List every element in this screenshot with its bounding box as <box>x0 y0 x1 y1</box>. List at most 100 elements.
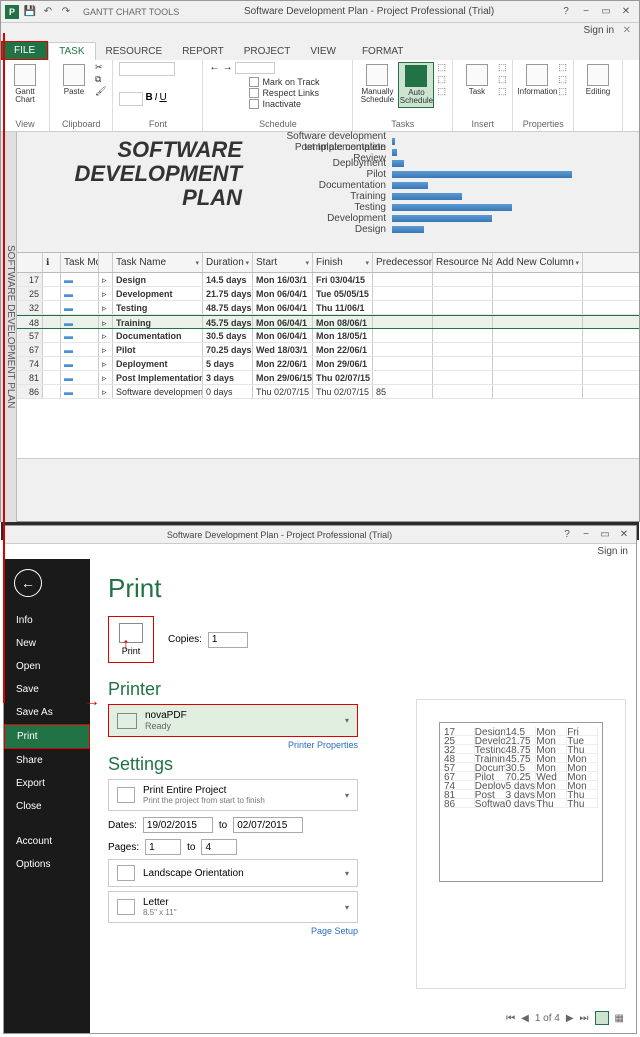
inspect-button[interactable]: ⬚ <box>437 62 446 73</box>
table-row[interactable]: 17▬▹Design14.5 daysMon 16/03/1Fri 03/04/… <box>17 273 639 287</box>
paste-button[interactable]: Paste <box>56 62 92 98</box>
paper-select[interactable]: Letter8.5" x 11" ▾ <box>108 891 358 923</box>
multipage-button[interactable]: ▦ <box>615 1013 624 1024</box>
tab-project[interactable]: PROJECT <box>234 42 301 60</box>
information-button[interactable]: Information <box>519 62 555 98</box>
table-row[interactable]: 74▬▹Deployment5 daysMon 22/06/1Mon 29/06… <box>17 357 639 371</box>
gantt-chart-button[interactable]: Gantt Chart <box>7 62 43 106</box>
table-row[interactable]: 81▬▹Post Implementation3 daysMon 29/06/1… <box>17 371 639 385</box>
col-resource[interactable]: Resource Names▾ <box>433 253 493 272</box>
milestone-button[interactable]: ⬚ <box>498 74 507 85</box>
restore-icon-2[interactable]: ▭ <box>597 529 613 540</box>
col-start[interactable]: Start▾ <box>253 253 313 272</box>
underline-button[interactable]: U <box>159 92 166 103</box>
signin-link-2[interactable]: Sign in <box>597 546 628 557</box>
nav-print[interactable]: Print <box>4 724 90 749</box>
prev-page-button[interactable]: ◀ <box>521 1013 529 1024</box>
notes-button[interactable]: ⬚ <box>558 62 567 73</box>
nav-options[interactable]: Options <box>4 853 90 876</box>
deliverable-button[interactable]: ⬚ <box>498 86 507 97</box>
manually-schedule-button[interactable]: Manually Schedule <box>359 62 395 106</box>
first-page-button[interactable]: ⏮ <box>506 1013 515 1024</box>
table-row[interactable]: 86▬▹Software development template0 daysT… <box>17 385 639 399</box>
tab-task[interactable]: TASK <box>48 42 95 60</box>
col-finish[interactable]: Finish▾ <box>313 253 373 272</box>
auto-schedule-button[interactable]: Auto Schedule <box>398 62 434 108</box>
page-setup-link[interactable]: Page Setup <box>108 926 358 936</box>
col-add-new[interactable]: Add New Column▾ <box>493 253 583 272</box>
close-icon[interactable]: ✕ <box>617 6 635 17</box>
fontsize-combo[interactable] <box>119 92 143 106</box>
printer-properties-link[interactable]: Printer Properties <box>108 740 358 750</box>
cut-button[interactable]: ✂ <box>95 62 106 73</box>
table-row[interactable]: 57▬▹Documentation30.5 daysMon 06/04/1Mon… <box>17 329 639 343</box>
close-icon-2[interactable]: ✕ <box>616 529 632 540</box>
minimize-icon[interactable]: − <box>577 6 595 17</box>
undo-icon[interactable]: ↶ <box>41 5 55 19</box>
nav-saveas[interactable]: Save As <box>4 701 90 724</box>
task-button[interactable]: Task <box>459 62 495 98</box>
table-row[interactable]: 32▬▹Testing48.75 daysMon 06/04/1Thu 11/0… <box>17 301 639 315</box>
signin-link[interactable]: Sign in <box>584 25 615 36</box>
tab-file[interactable]: FILE <box>1 41 48 60</box>
nav-export[interactable]: Export <box>4 772 90 795</box>
empty-rows[interactable] <box>17 399 639 459</box>
nav-account[interactable]: Account <box>4 830 90 853</box>
minimize-icon-2[interactable]: − <box>578 529 594 540</box>
col-info[interactable]: ℹ <box>43 253 61 272</box>
col-predecessors[interactable]: Predecessors▾ <box>373 253 433 272</box>
nav-new[interactable]: New <box>4 632 90 655</box>
col-duration[interactable]: Duration▾ <box>203 253 253 272</box>
format-painter-button[interactable]: 🖌 <box>95 86 106 97</box>
nav-open[interactable]: Open <box>4 655 90 678</box>
printer-select[interactable]: novaPDF Ready ▾ <box>108 704 358 737</box>
summary-button[interactable]: ⬚ <box>498 62 507 73</box>
print-scope-select[interactable]: Print Entire ProjectPrint the project fr… <box>108 779 358 811</box>
date-from-input[interactable] <box>143 817 213 833</box>
tab-view[interactable]: VIEW <box>300 42 346 60</box>
zoom-to-page-button[interactable] <box>595 1011 609 1025</box>
col-name[interactable]: Task Name▾ <box>113 253 203 272</box>
nav-save[interactable]: Save <box>4 678 90 701</box>
indent-button[interactable]: → <box>222 62 232 74</box>
help-icon-2[interactable]: ? <box>559 529 575 540</box>
table-row[interactable]: 48▬▹Training45.75 daysMon 06/04/1Mon 08/… <box>17 315 639 329</box>
nav-info[interactable]: Info <box>4 609 90 632</box>
tab-format[interactable]: FORMAT <box>352 42 413 60</box>
tab-report[interactable]: REPORT <box>172 42 234 60</box>
respect-links-button[interactable]: Respect Links <box>249 88 319 98</box>
move-button[interactable]: ⬚ <box>437 74 446 85</box>
mark-on-track-button[interactable]: Mark on Track <box>249 77 319 87</box>
nav-close[interactable]: Close <box>4 795 90 818</box>
col-id[interactable] <box>17 253 43 272</box>
tab-resource[interactable]: RESOURCE <box>96 42 173 60</box>
date-to-input[interactable] <box>233 817 303 833</box>
nav-share[interactable]: Share <box>4 749 90 772</box>
save-icon[interactable]: 💾 <box>23 5 37 19</box>
inactivate-button[interactable]: Inactivate <box>249 99 319 109</box>
bold-button[interactable]: B <box>145 92 152 103</box>
font-combo[interactable] <box>119 62 175 76</box>
editing-button[interactable]: Editing <box>580 62 616 98</box>
print-button[interactable]: Print <box>108 616 154 663</box>
page-from-input[interactable] <box>145 839 181 855</box>
last-page-button[interactable]: ⏭ <box>580 1013 589 1024</box>
redo-icon[interactable]: ↷ <box>59 5 73 19</box>
collapse-ribbon-icon[interactable]: ✕ <box>623 25 631 36</box>
restore-icon[interactable]: ▭ <box>597 6 615 17</box>
mode-button[interactable]: ⬚ <box>437 86 446 97</box>
page-to-input[interactable] <box>201 839 237 855</box>
outdent-button[interactable]: ← <box>209 62 219 74</box>
next-page-button[interactable]: ▶ <box>566 1013 574 1024</box>
col-mode[interactable]: Task Mode▾ <box>61 253 99 272</box>
copies-input[interactable] <box>208 632 248 648</box>
timeline-button[interactable]: ⬚ <box>558 86 567 97</box>
italic-button[interactable]: I <box>155 92 158 103</box>
table-row[interactable]: 67▬▹Pilot70.25 daysWed 18/03/1Mon 22/06/… <box>17 343 639 357</box>
orientation-select[interactable]: Landscape Orientation ▾ <box>108 859 358 887</box>
pct-button[interactable] <box>235 62 275 74</box>
help-icon[interactable]: ? <box>557 6 575 17</box>
table-row[interactable]: 25▬▹Development21.75 daysMon 06/04/1Tue … <box>17 287 639 301</box>
copy-button[interactable]: ⧉ <box>95 74 106 85</box>
details-button[interactable]: ⬚ <box>558 74 567 85</box>
